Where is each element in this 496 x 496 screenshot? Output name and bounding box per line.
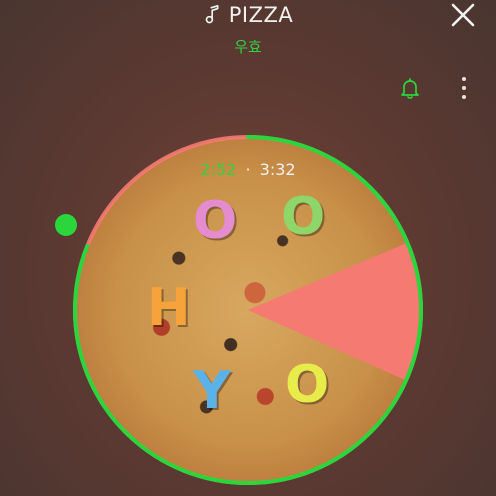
notification-button[interactable]	[396, 74, 424, 102]
title-area: PIZZA	[0, 0, 496, 30]
song-title: PIZZA	[228, 3, 294, 27]
more-options-button[interactable]	[452, 74, 476, 102]
total-time: 3:32	[259, 160, 296, 179]
top-bar: PIZZA 우효	[0, 0, 496, 70]
elapsed-time: 2:52	[200, 160, 237, 179]
progress-knob[interactable]	[55, 214, 77, 236]
music-note-icon	[205, 5, 219, 24]
artist-name[interactable]: 우효	[0, 36, 496, 57]
time-separator: ·	[245, 160, 251, 179]
close-button[interactable]	[446, 0, 480, 30]
bell-icon	[401, 78, 419, 99]
more-vertical-icon	[462, 77, 466, 81]
time-display: 2:52 · 3:32	[0, 160, 496, 179]
close-icon	[451, 3, 475, 27]
